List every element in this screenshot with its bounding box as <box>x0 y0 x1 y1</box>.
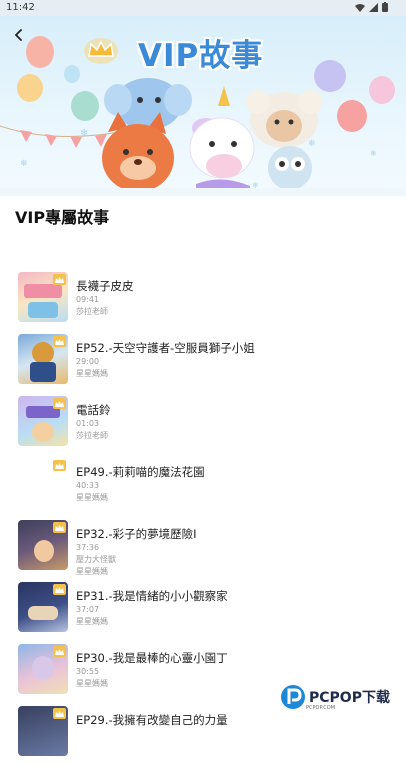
story-duration: 40:33 <box>76 481 100 490</box>
wifi-icon <box>355 3 365 12</box>
vip-crown-icon <box>53 274 66 285</box>
story-title: 長襪子皮皮 <box>76 279 134 293</box>
story-info: EP52.-天空守護者-空服員獅子小姐 29:00 星星媽媽 <box>76 340 255 380</box>
story-thumbnail <box>18 644 68 694</box>
banner-title: VIP故事 <box>138 38 264 74</box>
story-author: 星星媽媽 <box>76 567 108 576</box>
pcpop-logo-icon <box>281 685 305 709</box>
vip-crown-icon <box>53 584 66 595</box>
story-title: EP30.-我是最棒的心靈小園丁 <box>76 651 228 665</box>
story-thumbnail <box>18 706 68 756</box>
story-author: 星星媽媽 <box>76 369 108 378</box>
chevron-left-icon <box>14 29 22 41</box>
story-thumbnail <box>18 458 68 508</box>
status-icons <box>355 2 388 12</box>
story-duration: 30:55 <box>76 667 100 676</box>
story-thumbnail <box>18 334 68 384</box>
story-thumbnail <box>18 396 68 446</box>
story-info: 電話鈴 01:03 莎拉老師 <box>76 402 111 442</box>
list-item[interactable]: EP52.-天空守護者-空服員獅子小姐 29:00 星星媽媽 <box>0 330 406 392</box>
list-item[interactable]: 電話鈴 01:03 莎拉老師 <box>0 392 406 454</box>
story-info: EP30.-我是最棒的心靈小園丁 30:55 星星媽媽 <box>76 650 228 690</box>
story-author: 星星媽媽 <box>76 617 108 626</box>
list-item[interactable]: 長襪子皮皮 09:41 莎拉老師 <box>0 268 406 330</box>
battery-icon <box>382 2 388 12</box>
story-author: 星星媽媽 <box>76 679 108 688</box>
svg-text:❄: ❄ <box>308 139 316 149</box>
vip-crown-icon <box>53 460 66 471</box>
crown-icon <box>84 38 118 64</box>
status-bar: 11:42 <box>0 0 406 16</box>
story-title: EP32.-彩子的夢境歷險I <box>76 527 197 541</box>
watermark: PCPOP下载 PCPOP.COM <box>280 684 390 711</box>
watermark-brand: PCPOP下载 <box>309 690 390 706</box>
story-duration: 01:03 <box>76 419 100 428</box>
list-item[interactable]: EP29.-我擁有改變自己的力量 <box>0 702 406 764</box>
svg-text:❄: ❄ <box>370 149 377 158</box>
story-info: EP29.-我擁有改變自己的力量 <box>76 712 228 728</box>
list-item[interactable]: EP49.-莉莉喵的魔法花園 40:33 星星媽媽 <box>0 454 406 516</box>
vip-crown-icon <box>53 336 66 347</box>
signal-icon <box>369 2 378 12</box>
story-extra: 壓力大怪獸 <box>76 555 116 564</box>
story-thumbnail <box>18 582 68 632</box>
story-thumbnail <box>18 520 68 570</box>
story-title: EP52.-天空守護者-空服員獅子小姐 <box>76 341 255 355</box>
vip-crown-icon <box>53 398 66 409</box>
vip-banner: ❄ ❄ ❄ ❄ ❄ VIP故事 <box>0 16 406 196</box>
story-title: 電話鈴 <box>76 403 111 417</box>
story-duration: 09:41 <box>76 295 100 304</box>
story-thumbnail <box>18 272 68 322</box>
svg-text:❄: ❄ <box>20 159 28 169</box>
story-info: 長襪子皮皮 09:41 莎拉老師 <box>76 278 134 318</box>
story-title: EP31.-我是情緒的小小觀察家 <box>76 589 228 603</box>
vip-crown-icon <box>53 646 66 657</box>
status-time: 11:42 <box>6 2 35 13</box>
vip-crown-icon <box>53 522 66 533</box>
story-info: EP32.-彩子的夢境歷險I 37:36 壓力大怪獸 星星媽媽 <box>76 526 197 578</box>
story-author: 星星媽媽 <box>76 493 108 502</box>
story-duration: 37:36 <box>76 543 100 552</box>
story-duration: 29:00 <box>76 357 100 366</box>
vip-crown-icon <box>53 708 66 719</box>
list-item[interactable]: EP31.-我是情緒的小小觀察家 37:07 星星媽媽 <box>0 578 406 640</box>
watermark-sub: PCPOP.COM <box>306 705 336 711</box>
story-title: EP29.-我擁有改變自己的力量 <box>76 713 228 727</box>
list-item[interactable]: EP32.-彩子的夢境歷險I 37:36 壓力大怪獸 星星媽媽 <box>0 516 406 578</box>
story-author: 莎拉老師 <box>76 307 108 316</box>
story-info: EP31.-我是情緒的小小觀察家 37:07 星星媽媽 <box>76 588 228 628</box>
story-duration: 37:07 <box>76 605 100 614</box>
story-title: EP49.-莉莉喵的魔法花園 <box>76 465 205 479</box>
back-button[interactable] <box>12 28 38 54</box>
story-info: EP49.-莉莉喵的魔法花園 40:33 星星媽媽 <box>76 464 205 504</box>
section-title: VIP專屬故事 <box>15 208 110 227</box>
story-author: 莎拉老師 <box>76 431 108 440</box>
